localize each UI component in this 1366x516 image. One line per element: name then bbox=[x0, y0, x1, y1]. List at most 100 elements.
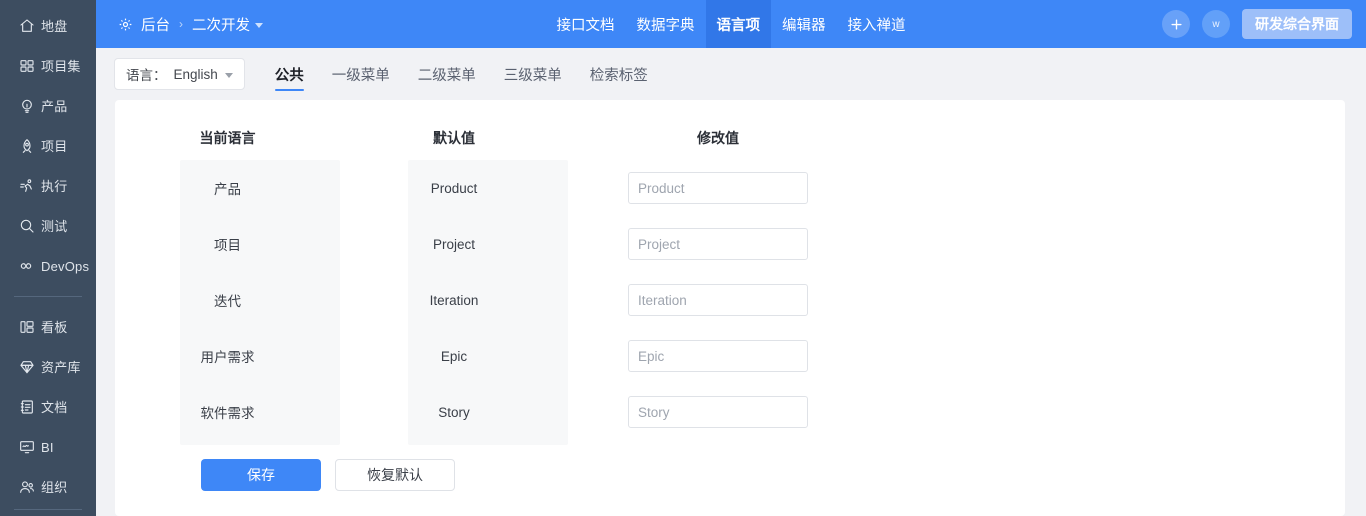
add-button[interactable] bbox=[1162, 10, 1190, 38]
sidebar-item-xiangmuji[interactable]: 项目集 bbox=[0, 46, 96, 86]
header-nav-item-editor[interactable]: 编辑器 bbox=[771, 0, 837, 48]
runner-icon bbox=[18, 178, 35, 195]
mode-switch-button[interactable]: 研发综合界面 bbox=[1242, 9, 1352, 39]
table-row: 迭代 Iteration bbox=[115, 272, 1345, 328]
cell-default-value: Product bbox=[430, 180, 478, 196]
breadcrumb-current[interactable]: 二次开发 bbox=[192, 14, 263, 35]
sidebar-item-wendang[interactable]: 文档 bbox=[0, 387, 96, 427]
sidebar-bottom-divider bbox=[14, 509, 82, 510]
cell-modified-value bbox=[568, 172, 868, 204]
language-items-table: 当前语言 默认值 修改值 产品 Product Product 项目 Proje… bbox=[115, 100, 1345, 491]
app-header: 后台 › 二次开发 接口文档 数据字典 语言项 编辑器 接入禅道 w 研发综合界… bbox=[96, 0, 1366, 48]
table-row: 项目 Project bbox=[115, 216, 1345, 272]
sidebar-item-label: 项目 bbox=[41, 138, 68, 154]
tab-label: 公共 bbox=[274, 67, 304, 84]
header-nav-item-api-doc[interactable]: 接口文档 bbox=[546, 0, 626, 48]
rocket-icon bbox=[18, 138, 35, 155]
sub-toolbar: 语言： English 公共 一级菜单 二级菜单 三级菜单 检索标签 bbox=[96, 48, 1366, 100]
sidebar-item-devops[interactable]: DevOps bbox=[0, 246, 96, 286]
table-row: 产品 Product bbox=[115, 160, 1345, 216]
sidebar-item-label: BI bbox=[41, 439, 54, 455]
tab-level2-menu[interactable]: 二级菜单 bbox=[404, 48, 490, 100]
sidebar-item-label: 项目集 bbox=[41, 58, 81, 74]
infinity-icon bbox=[18, 258, 35, 275]
sidebar-item-label: 组织 bbox=[41, 479, 68, 495]
sidebar-item-zhixing[interactable]: 执行 bbox=[0, 166, 96, 206]
modified-value-input[interactable] bbox=[628, 172, 808, 204]
lightbulb-icon bbox=[18, 98, 35, 115]
app-root: 地盘 项目集 产品 项目 执行 测试 DevOps 看板 资产库 文档 BI 组… bbox=[0, 0, 1366, 516]
sidebar-item-chanpin[interactable]: 产品 bbox=[0, 86, 96, 126]
cell-current-language: 迭代 bbox=[214, 294, 241, 309]
sidebar-item-kanban[interactable]: 看板 bbox=[0, 307, 96, 347]
column-header-default-value: 默认值 bbox=[433, 130, 475, 146]
cell-default-value: Project bbox=[432, 236, 476, 252]
tab-search-label[interactable]: 检索标签 bbox=[576, 48, 662, 100]
form-actions: 保存 恢复默认 bbox=[115, 440, 1345, 491]
reset-default-button-label: 恢复默认 bbox=[367, 467, 423, 483]
sidebar-item-label: 文档 bbox=[41, 399, 68, 415]
tab-bar: 公共 一级菜单 二级菜单 三级菜单 检索标签 bbox=[261, 48, 662, 100]
breadcrumb: 后台 › 二次开发 bbox=[96, 0, 263, 48]
gear-icon bbox=[118, 17, 133, 32]
chevron-down-icon bbox=[224, 72, 233, 78]
cell-current-language: 项目 bbox=[214, 238, 241, 253]
main-pane: 后台 › 二次开发 接口文档 数据字典 语言项 编辑器 接入禅道 w 研发综合界… bbox=[96, 0, 1366, 516]
table-header-row: 当前语言 默认值 修改值 bbox=[115, 116, 1345, 160]
header-nav-label: 数据字典 bbox=[636, 17, 695, 34]
save-button[interactable]: 保存 bbox=[201, 459, 321, 491]
sidebar-item-zichanku[interactable]: 资产库 bbox=[0, 347, 96, 387]
cell-default-value: Epic bbox=[440, 348, 468, 364]
breadcrumb-current-label: 二次开发 bbox=[192, 17, 250, 34]
table-row: 用户需求 Epic bbox=[115, 328, 1345, 384]
magnifier-icon bbox=[18, 218, 35, 235]
language-items-card: 当前语言 默认值 修改值 产品 Product Product 项目 Proje… bbox=[115, 100, 1345, 516]
people-icon bbox=[18, 479, 35, 496]
cell-modified-value bbox=[568, 340, 868, 372]
avatar[interactable]: w bbox=[1202, 10, 1230, 38]
save-button-label: 保存 bbox=[247, 467, 275, 483]
header-nav-label: 接入禅道 bbox=[847, 17, 906, 34]
sidebar-item-label: 资产库 bbox=[41, 359, 81, 375]
modified-value-input[interactable] bbox=[628, 396, 808, 428]
tab-level1-menu[interactable]: 一级菜单 bbox=[318, 48, 404, 100]
language-select-label: 语言： bbox=[126, 68, 167, 83]
language-select-value: English bbox=[173, 66, 218, 82]
header-nav-item-data-dict[interactable]: 数据字典 bbox=[626, 0, 706, 48]
avatar-initial: w bbox=[1212, 18, 1220, 30]
cell-modified-value bbox=[568, 284, 868, 316]
sidebar-item-ceshi[interactable]: 测试 bbox=[0, 206, 96, 246]
header-nav-label: 语言项 bbox=[716, 17, 761, 34]
sidebar-item-label: 地盘 bbox=[41, 18, 68, 34]
sidebar-item-diban[interactable]: 地盘 bbox=[0, 6, 96, 46]
header-nav-label: 编辑器 bbox=[782, 17, 826, 34]
column-header-current-language: 当前语言 bbox=[199, 130, 256, 146]
kanban-icon bbox=[18, 319, 35, 336]
reset-default-button[interactable]: 恢复默认 bbox=[335, 459, 455, 491]
content-area: 当前语言 默认值 修改值 产品 Product Product 项目 Proje… bbox=[96, 100, 1366, 516]
chevron-down-icon bbox=[255, 22, 263, 28]
home-icon bbox=[18, 18, 35, 35]
sidebar-divider bbox=[14, 296, 82, 297]
cell-current-language: 软件需求 bbox=[200, 406, 255, 421]
language-select[interactable]: 语言： English bbox=[114, 58, 245, 90]
header-nav-item-language[interactable]: 语言项 bbox=[705, 0, 771, 48]
cell-modified-value bbox=[568, 396, 868, 428]
notebook-icon bbox=[18, 399, 35, 416]
breadcrumb-separator: › bbox=[179, 17, 183, 31]
tab-level3-menu[interactable]: 三级菜单 bbox=[490, 48, 576, 100]
sidebar-item-zuzhi[interactable]: 组织 bbox=[0, 467, 96, 507]
breadcrumb-root[interactable]: 后台 bbox=[141, 14, 170, 35]
tab-label: 二级菜单 bbox=[417, 67, 476, 84]
header-nav-item-connect-zentao[interactable]: 接入禅道 bbox=[837, 0, 917, 48]
modified-value-input[interactable] bbox=[628, 284, 808, 316]
tab-public[interactable]: 公共 bbox=[261, 48, 318, 100]
sidebar-item-xiangmu[interactable]: 项目 bbox=[0, 126, 96, 166]
mode-switch-label: 研发综合界面 bbox=[1255, 16, 1339, 32]
cell-default-value: Iteration bbox=[429, 292, 479, 308]
cell-default-value: Story bbox=[438, 404, 470, 420]
modified-value-input[interactable] bbox=[628, 340, 808, 372]
sidebar-item-bi[interactable]: BI bbox=[0, 427, 96, 467]
modified-value-input[interactable] bbox=[628, 228, 808, 260]
header-nav-label: 接口文档 bbox=[556, 17, 615, 34]
